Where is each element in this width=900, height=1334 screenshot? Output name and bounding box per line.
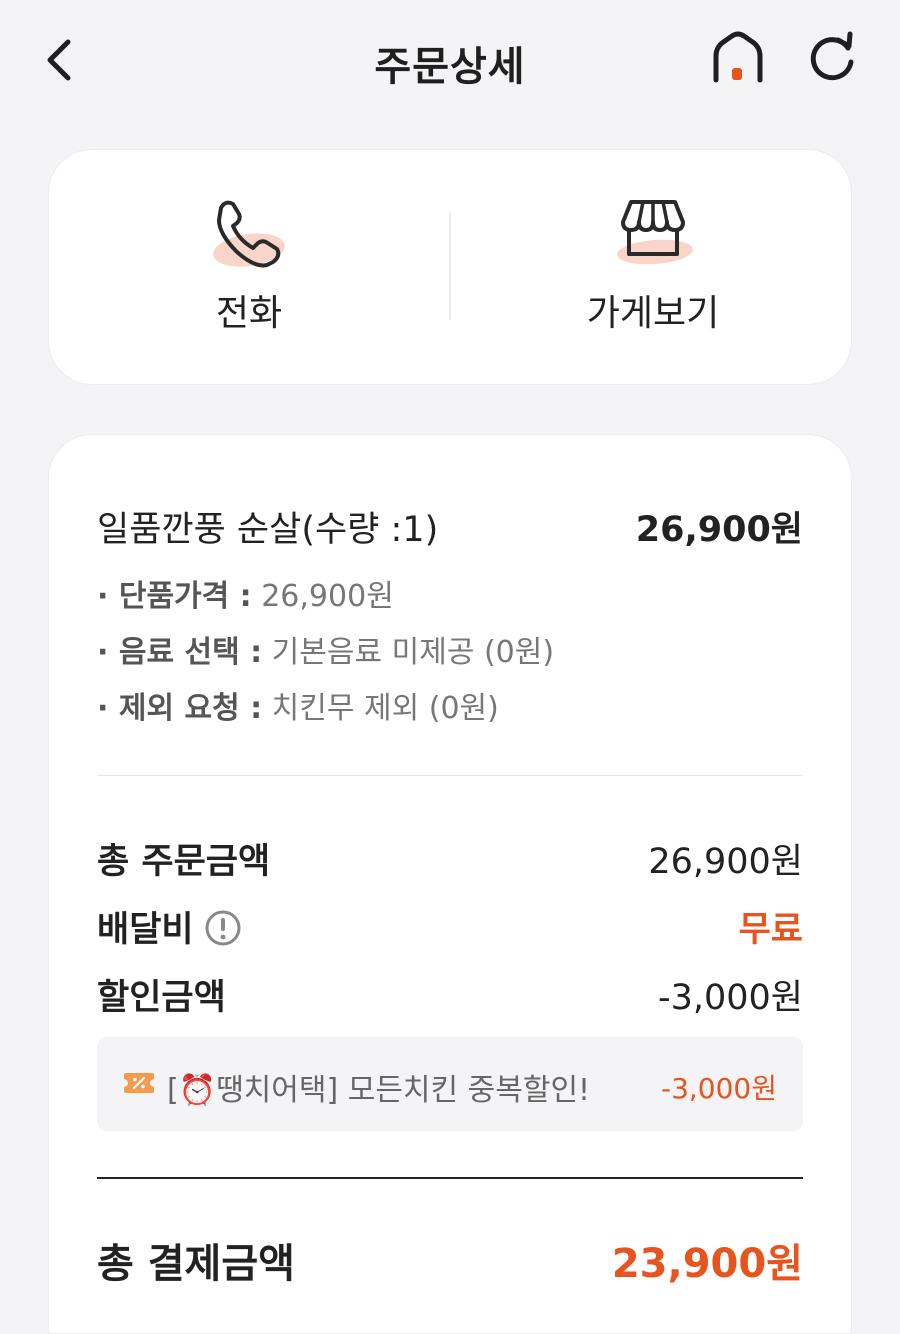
view-store-button[interactable]: 가게보기 <box>453 150 853 386</box>
top-bar: 주문상세 <box>0 0 900 118</box>
option-value: 치킨무 제외 (0원) <box>262 691 499 726</box>
refresh-icon <box>810 31 854 81</box>
phone-icon <box>213 200 285 268</box>
divider <box>449 212 451 320</box>
store-icon <box>617 200 693 265</box>
coupon-name: [⏰땡치어택] 모든치킨 중복할인! <box>167 1073 591 1108</box>
option-drink: · 음료 선택 : 기본음료 미제공 (0원) <box>97 627 803 671</box>
refresh-button[interactable] <box>804 30 860 86</box>
coupon-discount-box: [⏰땡치어택] 모든치킨 중복할인! -3,000원 <box>97 1037 803 1131</box>
option-key: · 음료 선택 : <box>97 635 263 670</box>
total-order-value: 26,900원 <box>648 842 803 882</box>
store-actions-card: 전화 가게보기 <box>48 149 852 385</box>
coupon-icon <box>124 1073 154 1093</box>
order-detail-card: 일품깐풍 순살(수량 :1) 26,900원 · 단품가격 : 26,900원 … <box>48 434 852 1334</box>
total-payment-value: 23,900원 <box>611 1241 803 1287</box>
option-key: · 제외 요청 : <box>97 691 263 726</box>
divider <box>97 1177 803 1179</box>
call-button[interactable]: 전화 <box>49 150 449 386</box>
option-value: 기본음료 미제공 (0원) <box>262 635 555 670</box>
option-unit-price: · 단품가격 : 26,900원 <box>97 571 803 615</box>
option-value: 26,900원 <box>251 579 394 614</box>
coupon-amount: -3,000원 <box>660 1072 777 1105</box>
call-label: 전화 <box>215 293 283 334</box>
delivery-fee-value: 무료 <box>738 910 803 950</box>
alarm-clock-icon: ⏰ <box>178 1073 217 1108</box>
menu-item-price: 26,900원 <box>635 510 803 550</box>
home-button[interactable] <box>708 30 768 86</box>
view-store-label: 가게보기 <box>586 293 720 334</box>
home-icon <box>713 31 763 83</box>
option-key: · 단품가격 : <box>97 579 252 614</box>
divider <box>97 775 803 776</box>
discount-value: -3,000원 <box>657 978 803 1018</box>
option-exclusion: · 제외 요청 : 치킨무 제외 (0원) <box>97 683 803 727</box>
